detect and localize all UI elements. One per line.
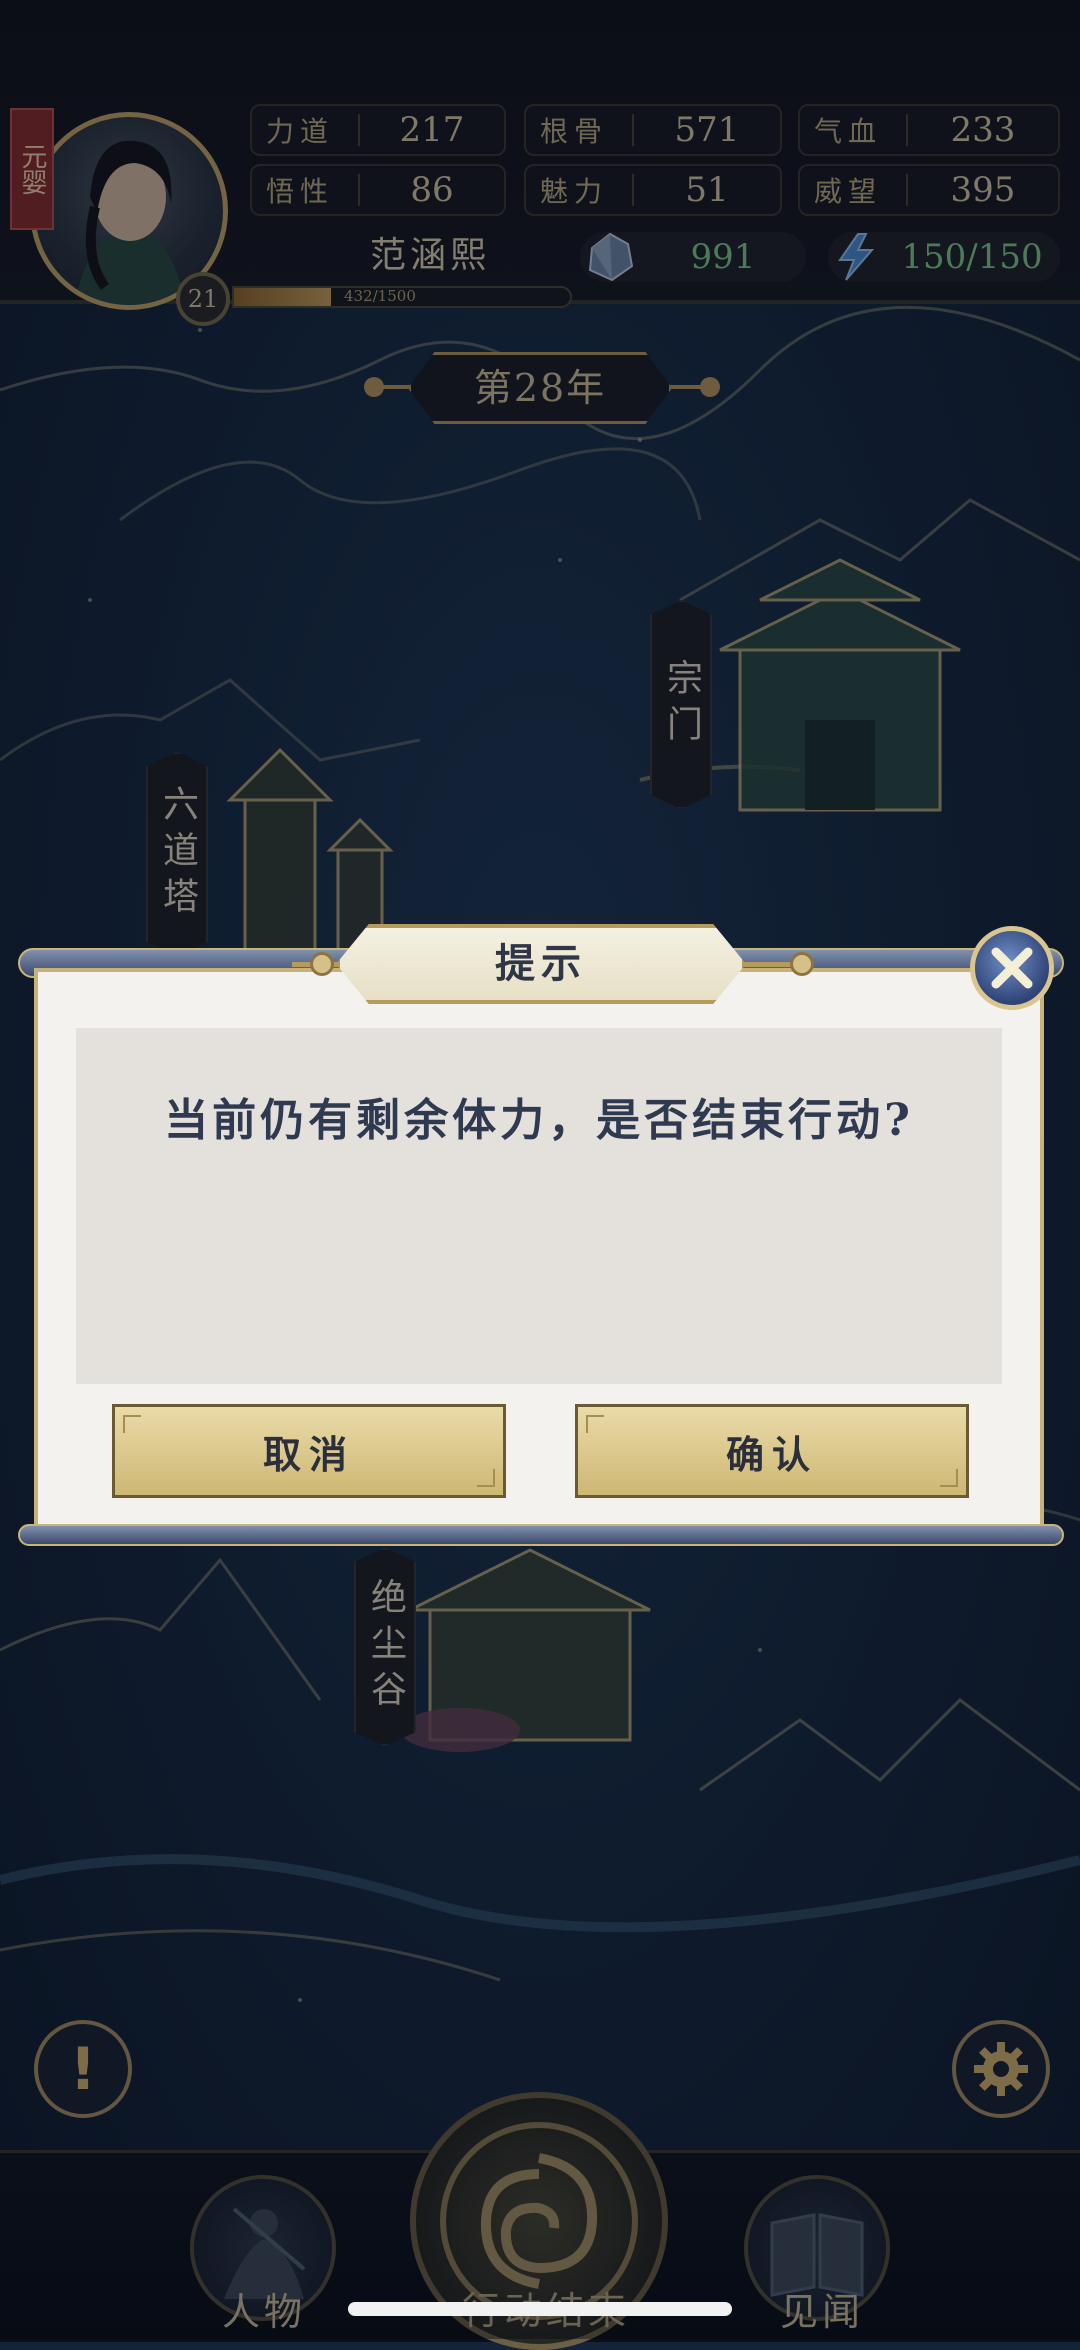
confirm-button[interactable]: 确认 — [575, 1404, 969, 1498]
title-knob — [790, 952, 814, 976]
scroll-rod-bottom — [18, 1524, 1064, 1546]
dialog-message: 当前仍有剩余体力，是否结束行动? — [164, 1095, 914, 1146]
confirm-button-label: 确认 — [725, 1431, 818, 1477]
home-indicator[interactable] — [348, 2302, 732, 2316]
cancel-button-label: 取消 — [262, 1431, 355, 1477]
dialog-message-box: 当前仍有剩余体力，是否结束行动? — [76, 1028, 1002, 1384]
close-button[interactable] — [970, 926, 1054, 1010]
title-knob — [310, 952, 334, 976]
close-icon — [991, 947, 1033, 989]
dialog-title: 提示 — [336, 924, 746, 1004]
cancel-button[interactable]: 取消 — [112, 1404, 506, 1498]
